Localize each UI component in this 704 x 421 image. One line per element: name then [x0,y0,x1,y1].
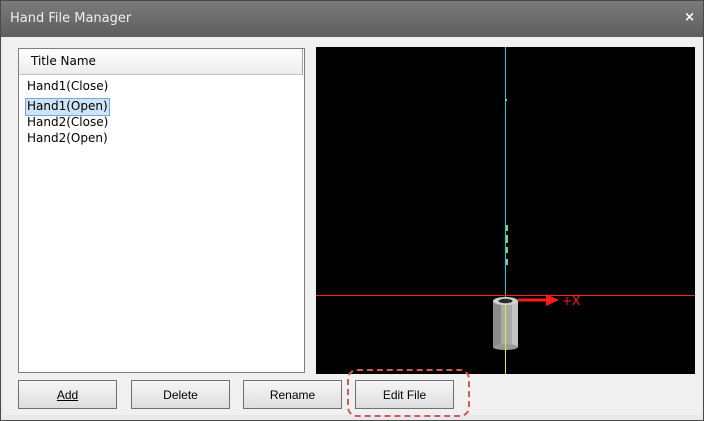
list-item[interactable]: Hand2(Close) [26,115,110,131]
rename-button[interactable]: Rename [243,380,342,409]
title-list[interactable]: Title Name Hand1(Close) Hand1(Open) Hand… [18,48,305,373]
hand-3d-preview[interactable]: +X [316,47,695,374]
column-header-label: Title Name [31,54,96,68]
delete-button[interactable]: Delete [131,380,230,409]
close-icon[interactable]: × [684,10,695,25]
preview-canvas: +X [316,47,695,374]
x-axis-label: +X [562,294,580,308]
list-item-selected[interactable]: Hand1(Open) [25,98,110,116]
list-item[interactable]: Hand2(Open) [26,131,110,147]
add-button[interactable]: Add [18,380,117,409]
window-title: Hand File Manager [10,11,132,26]
hand-file-manager-window: Hand File Manager × Title Name Hand1(Clo… [0,0,704,421]
add-label: Add [56,388,79,402]
delete-label: Delete [163,388,198,402]
title-bar[interactable]: Hand File Manager × [1,1,703,37]
list-column-header[interactable]: Title Name [19,49,303,75]
list-item[interactable]: Hand1(Close) [26,79,110,95]
rename-label: Rename [269,388,316,402]
list-items: Hand1(Close) Hand1(Open) Hand2(Close) Ha… [25,79,110,147]
edit-file-highlight [347,369,470,417]
